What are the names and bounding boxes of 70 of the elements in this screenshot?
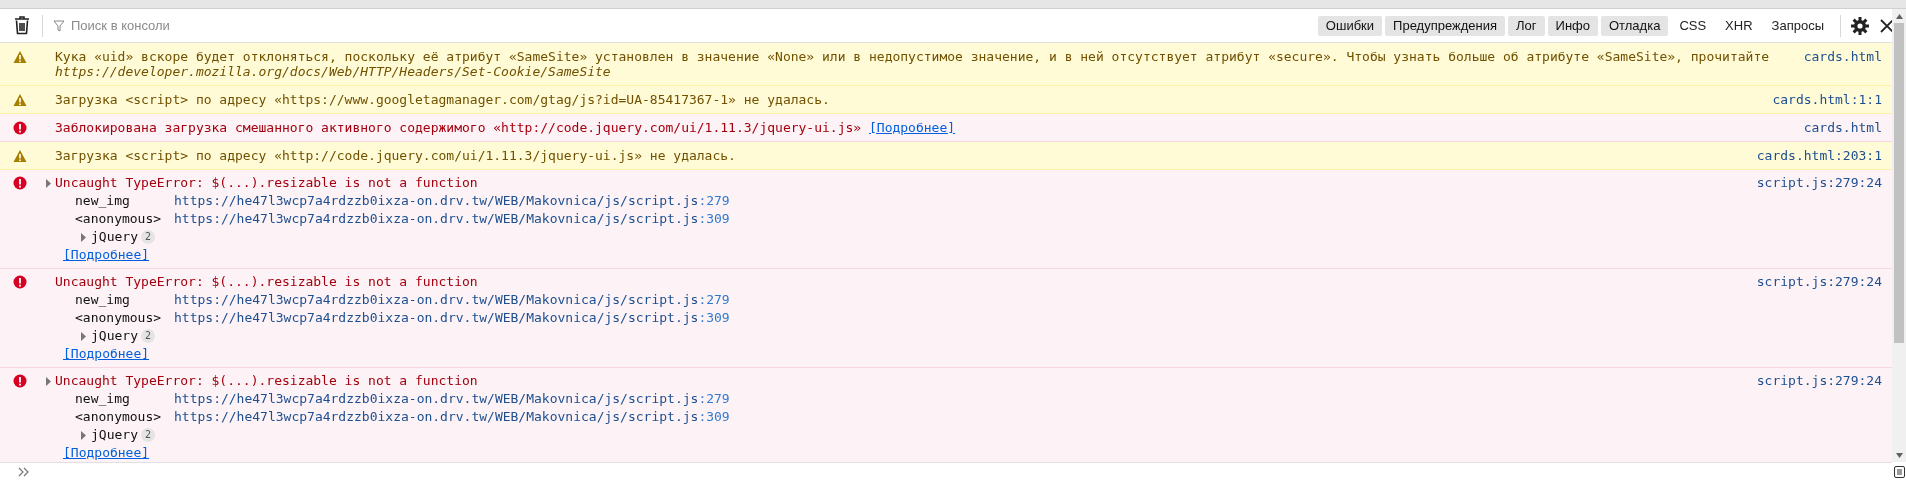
- filter-button[interactable]: Лог: [1508, 15, 1545, 36]
- stack-frame-link[interactable]: https://he47l3wcp7a4rdzzb0ixza-on.drv.tw/WEB/Makovnica/js/script.js:309: [174, 407, 730, 427]
- error-icon: [13, 275, 27, 289]
- warning-icon: [13, 93, 27, 107]
- error-message: Uncaught TypeError: $(...).resizable is not a function: [55, 174, 478, 192]
- console-message: Кука «uid» вскоре будет отклоняться, поскольку её атрибут «SameSite» установлен в значение «None» или в недопустимое значение, и в ней отсутствует атрибут «secure». Чтобы узнать больше об атрибуте «SameSite», прочитайте: [55, 49, 1770, 64]
- split-console-icon[interactable]: [1893, 465, 1905, 478]
- source-link[interactable]: script.js:279:24: [1736, 273, 1882, 291]
- docs-link[interactable]: https://developer.mozilla.org/docs/Web/HTTP/Headers/Set-Cookie/SameSite: [55, 64, 1784, 79]
- stack-function: new_img: [75, 390, 131, 409]
- filter-button[interactable]: CSS: [1671, 15, 1715, 36]
- stack-frame-link[interactable]: https://he47l3wcp7a4rdzzb0ixza-on.drv.tw/WEB/Makovnica/js/script.js:309: [174, 308, 730, 328]
- learn-more-link[interactable]: [Подробнее]: [63, 443, 150, 462]
- source-link[interactable]: cards.html: [1783, 120, 1882, 135]
- collapsed-arrow-icon[interactable]: [45, 178, 52, 188]
- error-icon: [13, 121, 27, 135]
- filter-icon: [53, 19, 65, 32]
- search-field[interactable]: Поиск в консоли: [71, 15, 553, 36]
- collapsed-arrow-icon[interactable]: [80, 232, 87, 242]
- count-badge: 2: [140, 428, 155, 442]
- warning-icon: [13, 149, 27, 163]
- scroll-up-icon[interactable]: [1895, 13, 1903, 19]
- source-link[interactable]: cards.html:203:1: [1736, 148, 1882, 163]
- stack-function: new_img: [75, 192, 131, 211]
- clear-console-button[interactable]: [13, 15, 31, 36]
- scrollbar-thumb[interactable]: [1894, 23, 1904, 343]
- collapsed-arrow-icon[interactable]: [80, 331, 87, 341]
- stack-function: new_img: [75, 291, 131, 310]
- stack-frame-link[interactable]: https://he47l3wcp7a4rdzzb0ixza-on.drv.tw/WEB/Makovnica/js/script.js:279: [174, 290, 730, 310]
- stack-group-label[interactable]: jQuery: [91, 425, 138, 445]
- close-button[interactable]: [1880, 17, 1892, 34]
- error-icon: [13, 374, 27, 388]
- stack-frame-link[interactable]: https://he47l3wcp7a4rdzzb0ixza-on.drv.tw/WEB/Makovnica/js/script.js:279: [174, 191, 730, 211]
- console-message: Загрузка <script> по адресу «https://www.googletagmanager.com/gtag/js?id=UA-85417367-1» не удалась.: [55, 92, 830, 107]
- filter-button[interactable]: XHR: [1717, 15, 1761, 36]
- source-link[interactable]: script.js:279:24: [1736, 174, 1882, 192]
- learn-more-link[interactable]: [Подробнее]: [63, 344, 150, 364]
- stack-frame-link[interactable]: https://he47l3wcp7a4rdzzb0ixza-on.drv.tw/WEB/Makovnica/js/script.js:309: [174, 209, 730, 229]
- error-icon: [13, 176, 27, 190]
- stack-group-label[interactable]: jQuery: [91, 326, 138, 346]
- settings-button[interactable]: [1849, 14, 1871, 37]
- prompt-chevron-icon: [18, 467, 30, 477]
- collapsed-arrow-icon[interactable]: [45, 376, 52, 386]
- learn-more-link[interactable]: [Подробнее]: [869, 120, 956, 135]
- scroll-down-icon[interactable]: [1895, 452, 1903, 458]
- stack-function: <anonymous>: [75, 309, 163, 328]
- warning-icon: [13, 50, 27, 64]
- console-message: Загрузка <script> по адресу «http://code.jquery.com/ui/1.11.3/jquery-ui.js» не удалась.: [55, 148, 736, 163]
- close-icon: [1880, 18, 1892, 33]
- filter-button[interactable]: Ошибки: [1317, 15, 1383, 36]
- count-badge: 2: [140, 329, 155, 343]
- settings-icon: [1850, 15, 1870, 36]
- learn-more-link[interactable]: [Подробнее]: [63, 245, 150, 265]
- source-link[interactable]: cards.html: [1783, 49, 1882, 64]
- collapsed-arrow-icon[interactable]: [80, 430, 87, 440]
- error-message: Uncaught TypeError: $(...).resizable is not a function: [55, 372, 478, 390]
- error-message: Uncaught TypeError: $(...).resizable is not a function: [55, 273, 478, 291]
- trash-icon: [14, 16, 30, 35]
- filter-button[interactable]: Запросы: [1763, 15, 1832, 36]
- filter-button[interactable]: Отладка: [1601, 15, 1669, 36]
- stack-group-label[interactable]: jQuery: [91, 227, 138, 247]
- source-link[interactable]: cards.html:1:1: [1752, 92, 1882, 107]
- stack-frame-link[interactable]: https://he47l3wcp7a4rdzzb0ixza-on.drv.tw/WEB/Makovnica/js/script.js:279: [174, 389, 730, 409]
- filter-button[interactable]: Предупреждения: [1385, 15, 1505, 36]
- filter-button[interactable]: Инфо: [1547, 15, 1598, 36]
- console-message: Заблокирована загрузка смешанного активного содержимого «http://code.jquery.com/ui/1.11.3/jquery-ui.js»: [55, 120, 862, 135]
- source-link[interactable]: script.js:279:24: [1736, 372, 1882, 390]
- stack-function: <anonymous>: [75, 408, 163, 427]
- stack-function: <anonymous>: [75, 210, 163, 229]
- count-badge: 2: [140, 230, 155, 244]
